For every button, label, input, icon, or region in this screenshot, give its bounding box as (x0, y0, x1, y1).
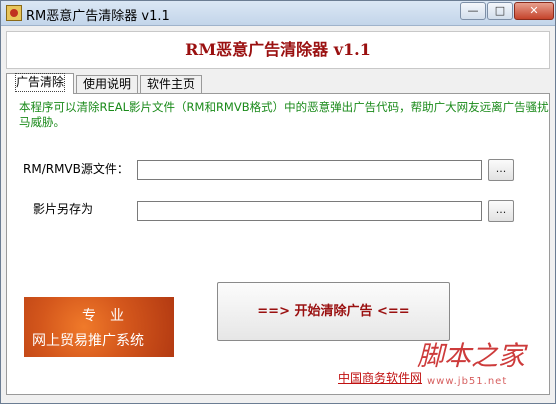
close-icon: ✕ (529, 4, 539, 17)
save-as-browse-button[interactable]: ... (488, 200, 514, 222)
tab-homepage[interactable]: 软件主页 (140, 75, 202, 93)
app-icon (6, 5, 22, 21)
tab-instructions[interactable]: 使用说明 (76, 75, 138, 93)
banner-line2: 网上贸易推广系统 (32, 333, 144, 349)
source-file-label: RM/RMVB源文件： (23, 162, 129, 176)
start-clean-button[interactable]: ==> 开始清除广告 <== (217, 282, 450, 341)
tab-panel: 本程序可以清除REAL影片文件（RM和RMVB格式）中的恶意弹出广告代码，帮助广… (6, 93, 550, 395)
footer-link[interactable]: 中国商务软件网 (338, 369, 422, 386)
app-header: RM恶意广告清除器 v1.1 (6, 31, 550, 69)
close-button[interactable]: ✕ (514, 2, 554, 20)
save-as-label: 影片另存为 (33, 202, 94, 216)
minimize-button[interactable]: — (460, 2, 486, 20)
maximize-icon: □ (494, 4, 506, 17)
watermark-logo: 脚本之家 (417, 341, 525, 372)
watermark-url: www.jb51.net (427, 376, 508, 387)
header-title: RM恶意广告清除器 v1.1 (185, 40, 371, 59)
minimize-icon: — (467, 4, 479, 17)
main-window: RM恶意广告清除器 v1.1 — □ ✕ RM恶意广告清除器 v1.1 广告清除… (0, 0, 556, 404)
maximize-button[interactable]: □ (487, 2, 513, 20)
tab-label: 广告清除 (14, 73, 66, 92)
source-browse-button[interactable]: ... (488, 159, 514, 181)
tab-label: 使用说明 (82, 77, 131, 91)
save-as-input[interactable] (137, 201, 482, 221)
source-file-input[interactable] (137, 160, 482, 180)
title-bar[interactable]: RM恶意广告清除器 v1.1 — □ ✕ (1, 1, 555, 26)
banner-line1: 专 业 (82, 308, 124, 324)
tab-label: 软件主页 (146, 77, 195, 91)
tab-ad-removal[interactable]: 广告清除 (6, 73, 74, 94)
window-title: RM恶意广告清除器 v1.1 (26, 9, 170, 24)
ad-banner[interactable]: 专 业 网上贸易推广系统 (24, 297, 174, 357)
description-text: 本程序可以清除REAL影片文件（RM和RMVB格式）中的恶意弹出广告代码，帮助广… (19, 100, 550, 129)
